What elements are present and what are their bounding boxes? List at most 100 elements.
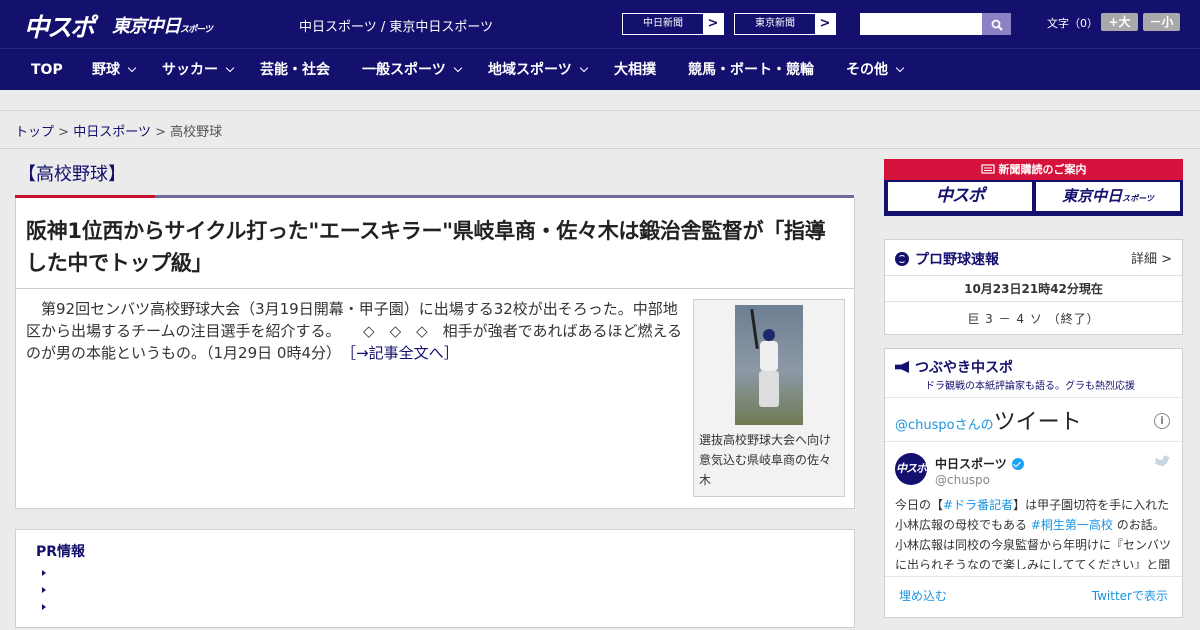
score-detail-link[interactable]: 詳細 > — [1131, 248, 1172, 267]
subscribe-tokyo-chunichi-button[interactable]: 東京中日スポーツ — [1036, 182, 1180, 211]
tokyo-logo-suffix: スポーツ — [180, 25, 213, 35]
nav-item-top[interactable]: TOP — [31, 49, 63, 91]
article-summary: 第92回センバツ高校野球大会（3月19日開幕・甲子園）に出場する32校が出そろっ… — [26, 298, 686, 364]
read-more-link[interactable]: ［→記事全文へ］ — [349, 344, 459, 362]
tweet-text-part: 今日の【 — [895, 498, 944, 512]
divider — [885, 275, 1182, 276]
hashtag-link[interactable]: #桐生第一高校 — [1031, 518, 1113, 532]
info-icon[interactable]: i — [1154, 413, 1170, 429]
megaphone-icon — [895, 361, 909, 373]
nav-label: 芸能・社会 — [260, 62, 330, 78]
chevron-right-icon: > — [703, 14, 723, 34]
chevron-down-icon — [127, 63, 137, 73]
game-score[interactable]: 巨 3 － 4 ソ （終了） — [885, 310, 1182, 327]
nav-label: 野球 — [92, 62, 120, 78]
divider — [885, 441, 1182, 442]
tokyo-shimbun-button[interactable]: 東京新聞 > — [734, 13, 836, 35]
nav-item-general-sports[interactable]: 一般スポーツ — [362, 49, 462, 91]
site-name-link[interactable]: 中日スポーツ / 東京中日スポーツ — [299, 16, 493, 35]
nav-item-baseball[interactable]: 野球 — [92, 49, 137, 91]
embed-link[interactable]: 埋め込む — [899, 587, 947, 604]
twitter-widget-subtitle: ドラ観戦の本紙評論家も語る。グラも熱烈応援 — [925, 381, 1135, 392]
article-photo-box: 選抜高校野球大会へ向け意気込む県岐阜商の佐々木 — [693, 299, 845, 497]
pr-bullet-icon — [42, 604, 46, 610]
pro-baseball-widget: プロ野球速報 詳細 > 10月23日21時42分現在 巨 3 － 4 ソ （終了… — [884, 239, 1183, 335]
nav-item-soccer[interactable]: サッカー — [162, 49, 235, 91]
subscription-header: 新聞購読のご案内 — [884, 159, 1183, 180]
breadcrumb-current: 高校野球 — [170, 125, 223, 140]
score-timestamp: 10月23日21時42分現在 — [964, 282, 1103, 296]
nav-item-racing[interactable]: 競馬・ボート・競輪 — [688, 49, 814, 91]
breadcrumb-chunichi-sports[interactable]: 中日スポーツ — [73, 125, 151, 140]
player-head-shape — [763, 329, 775, 341]
breadcrumb-top[interactable]: トップ — [15, 125, 54, 140]
player-body-shape — [760, 341, 778, 371]
main-nav: TOP 野球 サッカー 芸能・社会 一般スポーツ 地域スポーツ 大相撲 競馬・ボ… — [0, 48, 1200, 90]
bat-shape — [750, 308, 759, 350]
breadcrumb-separator: > — [155, 125, 166, 140]
tweet-author-handle[interactable]: @chuspo — [935, 473, 990, 487]
chevron-down-icon — [579, 63, 588, 73]
player-legs-shape — [759, 371, 779, 407]
breadcrumb-separator: > — [58, 125, 70, 140]
hashtag-link[interactable]: #ドラ番記者 — [943, 498, 1013, 512]
pr-bullet-icon — [42, 587, 46, 593]
nav-item-entertainment[interactable]: 芸能・社会 — [260, 49, 330, 91]
chuspo-logo[interactable]: 中スポ — [24, 8, 95, 44]
divider — [885, 301, 1182, 302]
avatar[interactable]: 中スポ — [895, 453, 927, 485]
ad-strip — [0, 90, 1200, 111]
pr-section: PR情報 — [15, 529, 855, 628]
nav-label: 競馬・ボート・競輪 — [688, 62, 814, 78]
timeline-title-mid: さんの — [954, 418, 994, 433]
chevron-right-icon: > — [815, 14, 835, 34]
font-larger-button[interactable]: +大 — [1101, 13, 1138, 31]
nav-item-sumo[interactable]: 大相撲 — [614, 49, 656, 91]
timeline-title: @chuspoさんのツイート — [895, 404, 1082, 436]
chunichi-shimbun-button[interactable]: 中日新聞 > — [622, 13, 724, 35]
nav-item-other[interactable]: その他 — [846, 49, 905, 91]
article-title[interactable]: 阪神1位西からサイクル打った"エースキラー"県岐阜商・佐々木は鍛治舎監督が「指導… — [26, 215, 846, 279]
subscription-banner: 新聞購読のご案内 中スポ 東京中日スポーツ — [884, 159, 1183, 216]
tokyo-chunichi-logo[interactable]: 東京中日スポーツ — [112, 12, 213, 38]
verified-badge-icon — [1011, 457, 1024, 470]
pro-baseball-title: プロ野球速報 — [915, 252, 999, 268]
article-photo[interactable] — [735, 305, 803, 425]
pr-bullet-icon — [42, 570, 46, 576]
subscribe-tokyo-suffix: スポーツ — [1122, 194, 1154, 203]
divider — [885, 397, 1182, 398]
subscribe-tokyo-label: 東京中日 — [1062, 187, 1123, 205]
nav-label: 地域スポーツ — [488, 62, 572, 78]
font-smaller-button[interactable]: －小 — [1143, 13, 1180, 31]
twitter-widget-title: つぶやき中スポ — [915, 360, 1013, 376]
nav-label: その他 — [846, 62, 888, 78]
nav-label: TOP — [31, 62, 63, 78]
search-button[interactable] — [982, 13, 1011, 35]
photo-caption: 選抜高校野球大会へ向け意気込む県岐阜商の佐々木 — [699, 433, 832, 487]
search-input[interactable] — [860, 13, 982, 35]
subscription-header-text: 新聞購読のご案内 — [998, 163, 1087, 176]
view-on-twitter-link[interactable]: Twitterで表示 — [1092, 587, 1168, 604]
tweet-author-label: 中日スポーツ — [935, 457, 1007, 471]
twitter-bird-icon[interactable] — [1154, 455, 1170, 467]
chunichi-shimbun-label: 中日新聞 — [643, 18, 683, 29]
category-title: 【高校野球】 — [18, 164, 126, 185]
tokyo-shimbun-label: 東京新聞 — [755, 18, 795, 29]
breadcrumb-bar: トップ > 中日スポーツ > 高校野球 — [0, 111, 1200, 149]
baseball-icon — [895, 252, 909, 266]
tweet-text: 今日の【#ドラ番記者】は甲子園切符を手に入れた小林広報の母校でもある #桐生第一… — [895, 495, 1175, 569]
timeline-account-link[interactable]: @chuspo — [895, 418, 955, 433]
top-header: 中スポ 東京中日スポーツ 中日スポーツ / 東京中日スポーツ 中日新聞 > 東京… — [0, 0, 1200, 48]
font-size-label: 文字（0） — [1047, 17, 1098, 30]
newspaper-icon — [980, 164, 995, 174]
search-icon — [991, 19, 1003, 31]
nav-item-local-sports[interactable]: 地域スポーツ — [488, 49, 588, 91]
pro-baseball-heading: プロ野球速報 — [895, 249, 999, 269]
tokyo-logo-main: 東京中日 — [112, 16, 181, 37]
twitter-widget: つぶやき中スポ ドラ観戦の本紙評論家も語る。グラも熱烈応援 @chuspoさんの… — [884, 348, 1183, 618]
subscribe-chuspo-button[interactable]: 中スポ — [888, 182, 1032, 211]
timeline-title-big: ツイート — [993, 410, 1082, 435]
chevron-down-icon — [225, 63, 235, 73]
twitter-widget-heading: つぶやき中スポ — [895, 357, 1013, 377]
tweet-author-name[interactable]: 中日スポーツ — [935, 455, 1024, 472]
